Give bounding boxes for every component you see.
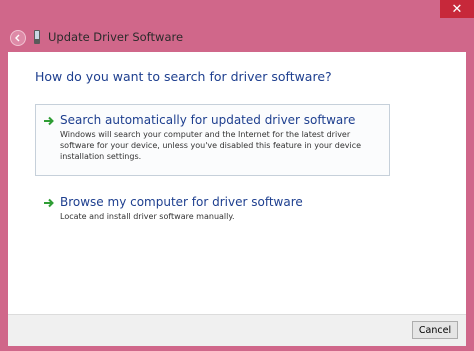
window-title: Update Driver Software [48,30,184,44]
option-description: Windows will search your computer and th… [60,130,362,161]
window-frame: ✕ Update Driver Software How do you want… [0,0,474,351]
option-description: Locate and install driver software manua… [60,212,235,221]
dialog-content: How do you want to search for driver sof… [8,52,466,314]
cancel-button[interactable]: Cancel [412,321,458,339]
dialog-footer: Cancel [8,314,466,346]
option-title: Search automatically for updated driver … [60,113,356,127]
option-title: Browse my computer for driver software [60,195,303,209]
green-arrow-icon [44,198,54,208]
device-icon [34,30,40,44]
title-bar: Update Driver Software [0,22,474,52]
search-automatically-option[interactable]: Search automatically for updated driver … [35,104,390,176]
close-icon: ✕ [451,1,463,17]
back-arrow-icon [15,34,20,42]
browse-computer-option[interactable]: Browse my computer for driver software L… [35,186,390,228]
green-arrow-icon [44,116,54,126]
close-button[interactable]: ✕ [440,0,474,18]
back-button[interactable] [10,30,26,46]
page-heading: How do you want to search for driver sof… [35,69,332,84]
